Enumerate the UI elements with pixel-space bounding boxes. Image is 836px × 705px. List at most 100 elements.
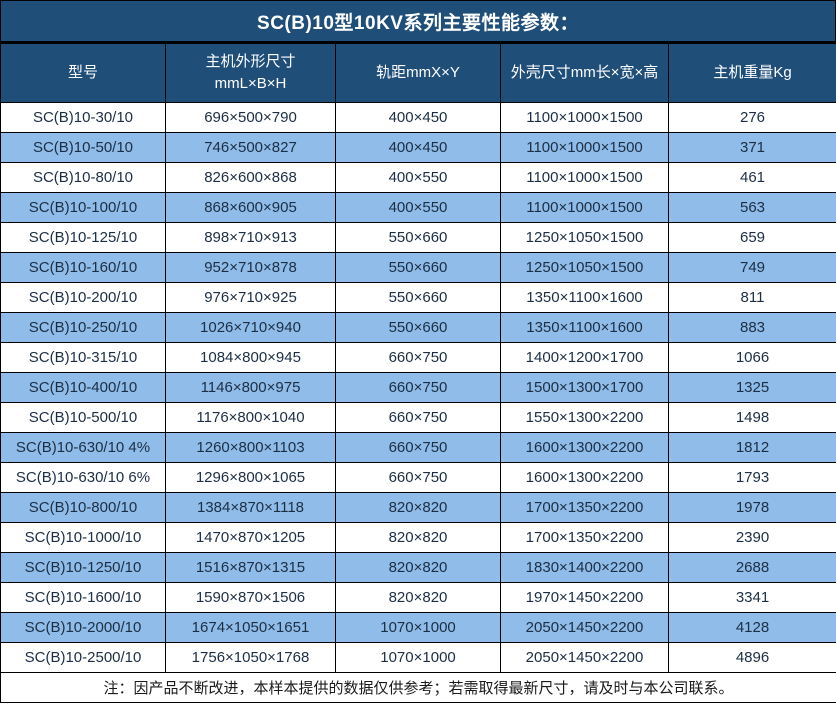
- column-header-label: 型号: [68, 64, 98, 81]
- cell-track-gauge: 820×820: [336, 493, 501, 523]
- cell-unit-size: 898×710×913: [166, 223, 336, 253]
- cell-unit-size: 826×600×868: [166, 163, 336, 193]
- cell-weight: 1812: [669, 433, 836, 463]
- cell-unit-size: 1590×870×1506: [166, 583, 336, 613]
- cell-shell-size: 2050×1450×2200: [501, 613, 669, 643]
- table-footer: 注：因产品不断改进，本样本提供的数据仅供参考；若需取得最新尺寸，请及时与本公司联…: [1, 673, 836, 703]
- cell-track-gauge: 1070×1000: [336, 613, 501, 643]
- cell-shell-size: 1550×1300×2200: [501, 403, 669, 433]
- cell-unit-size: 868×600×905: [166, 193, 336, 223]
- cell-unit-size: 1674×1050×1651: [166, 613, 336, 643]
- cell-shell-size: 1500×1300×1700: [501, 373, 669, 403]
- table-row: SC(B)10-2500/101756×1050×17681070×100020…: [1, 643, 836, 673]
- cell-shell-size: 1250×1050×1500: [501, 223, 669, 253]
- cell-track-gauge: 660×750: [336, 433, 501, 463]
- table-row: SC(B)10-50/10746×500×827400×4501100×1000…: [1, 133, 836, 163]
- column-header-track-gauge: 轨距mmX×Y: [336, 44, 501, 103]
- table-row: SC(B)10-100/10868×600×905400×5501100×100…: [1, 193, 836, 223]
- cell-weight: 4896: [669, 643, 836, 673]
- table-row: SC(B)10-1600/101590×870×1506820×8201970×…: [1, 583, 836, 613]
- cell-track-gauge: 1070×1000: [336, 643, 501, 673]
- cell-unit-size: 696×500×790: [166, 103, 336, 133]
- cell-track-gauge: 550×660: [336, 253, 501, 283]
- table-row: SC(B)10-800/101384×870×1118820×8201700×1…: [1, 493, 836, 523]
- table-row: SC(B)10-80/10826×600×868400×5501100×1000…: [1, 163, 836, 193]
- cell-weight: 1793: [669, 463, 836, 493]
- cell-shell-size: 1970×1450×2200: [501, 583, 669, 613]
- cell-shell-size: 1400×1200×1700: [501, 343, 669, 373]
- cell-track-gauge: 660×750: [336, 343, 501, 373]
- table-row: SC(B)10-400/101146×800×975660×7501500×13…: [1, 373, 836, 403]
- table-row: SC(B)10-125/10898×710×913550×6601250×105…: [1, 223, 836, 253]
- cell-unit-size: 1260×800×1103: [166, 433, 336, 463]
- column-header-model: 型号: [1, 44, 166, 103]
- cell-track-gauge: 550×660: [336, 283, 501, 313]
- cell-unit-size: 1026×710×940: [166, 313, 336, 343]
- table-header: 型号 主机外形尺寸 mmL×B×H 轨距mmX×Y 外壳尺寸mm长×宽×高 主机…: [1, 44, 836, 103]
- cell-track-gauge: 400×550: [336, 193, 501, 223]
- cell-shell-size: 1100×1000×1500: [501, 133, 669, 163]
- cell-model: SC(B)10-125/10: [1, 223, 166, 253]
- table-row: SC(B)10-30/10696×500×790400×4501100×1000…: [1, 103, 836, 133]
- cell-track-gauge: 820×820: [336, 523, 501, 553]
- table-row: SC(B)10-1250/101516×870×1315820×8201830×…: [1, 553, 836, 583]
- cell-model: SC(B)10-160/10: [1, 253, 166, 283]
- table-row: SC(B)10-2000/101674×1050×16511070×100020…: [1, 613, 836, 643]
- column-header-sublabel: mmL×B×H: [168, 73, 333, 96]
- cell-model: SC(B)10-2000/10: [1, 613, 166, 643]
- cell-unit-size: 952×710×878: [166, 253, 336, 283]
- cell-unit-size: 1176×800×1040: [166, 403, 336, 433]
- column-header-label: 轨距mmX×Y: [376, 64, 460, 81]
- cell-weight: 371: [669, 133, 836, 163]
- cell-weight: 883: [669, 313, 836, 343]
- cell-track-gauge: 400×450: [336, 103, 501, 133]
- cell-weight: 3341: [669, 583, 836, 613]
- cell-unit-size: 746×500×827: [166, 133, 336, 163]
- table-row: SC(B)10-630/10 6%1296×800×1065660×750160…: [1, 463, 836, 493]
- cell-track-gauge: 400×550: [336, 163, 501, 193]
- cell-track-gauge: 660×750: [336, 373, 501, 403]
- table-row: SC(B)10-160/10952×710×878550×6601250×105…: [1, 253, 836, 283]
- table-row: SC(B)10-200/10976×710×925550×6601350×110…: [1, 283, 836, 313]
- table-row: SC(B)10-250/101026×710×940550×6601350×11…: [1, 313, 836, 343]
- header-row: 型号 主机外形尺寸 mmL×B×H 轨距mmX×Y 外壳尺寸mm长×宽×高 主机…: [1, 44, 836, 103]
- cell-weight: 2688: [669, 553, 836, 583]
- cell-track-gauge: 820×820: [336, 583, 501, 613]
- table-row: SC(B)10-630/10 4%1260×800×1103660×750160…: [1, 433, 836, 463]
- cell-unit-size: 1384×870×1118: [166, 493, 336, 523]
- cell-weight: 276: [669, 103, 836, 133]
- cell-model: SC(B)10-500/10: [1, 403, 166, 433]
- cell-track-gauge: 550×660: [336, 313, 501, 343]
- cell-shell-size: 1600×1300×2200: [501, 463, 669, 493]
- cell-shell-size: 1830×1400×2200: [501, 553, 669, 583]
- cell-shell-size: 1700×1350×2200: [501, 523, 669, 553]
- cell-track-gauge: 820×820: [336, 553, 501, 583]
- cell-model: SC(B)10-630/10 4%: [1, 433, 166, 463]
- column-header-label: 外壳尺寸mm长×宽×高: [511, 64, 659, 81]
- cell-weight: 461: [669, 163, 836, 193]
- cell-model: SC(B)10-2500/10: [1, 643, 166, 673]
- cell-model: SC(B)10-1250/10: [1, 553, 166, 583]
- cell-weight: 1978: [669, 493, 836, 523]
- cell-model: SC(B)10-250/10: [1, 313, 166, 343]
- cell-model: SC(B)10-315/10: [1, 343, 166, 373]
- cell-shell-size: 1700×1350×2200: [501, 493, 669, 523]
- cell-track-gauge: 660×750: [336, 403, 501, 433]
- cell-unit-size: 976×710×925: [166, 283, 336, 313]
- table-row: SC(B)10-500/101176×800×1040660×7501550×1…: [1, 403, 836, 433]
- cell-shell-size: 1350×1100×1600: [501, 283, 669, 313]
- cell-track-gauge: 660×750: [336, 463, 501, 493]
- table-row: SC(B)10-1000/101470×870×1205820×8201700×…: [1, 523, 836, 553]
- column-header-unit-size: 主机外形尺寸 mmL×B×H: [166, 44, 336, 103]
- cell-weight: 563: [669, 193, 836, 223]
- cell-unit-size: 1470×870×1205: [166, 523, 336, 553]
- table-body: SC(B)10-30/10696×500×790400×4501100×1000…: [1, 103, 836, 673]
- cell-model: SC(B)10-80/10: [1, 163, 166, 193]
- cell-weight: 2390: [669, 523, 836, 553]
- cell-model: SC(B)10-100/10: [1, 193, 166, 223]
- cell-shell-size: 1600×1300×2200: [501, 433, 669, 463]
- cell-model: SC(B)10-800/10: [1, 493, 166, 523]
- cell-weight: 1325: [669, 373, 836, 403]
- column-header-weight: 主机重量Kg: [669, 44, 836, 103]
- cell-unit-size: 1084×800×945: [166, 343, 336, 373]
